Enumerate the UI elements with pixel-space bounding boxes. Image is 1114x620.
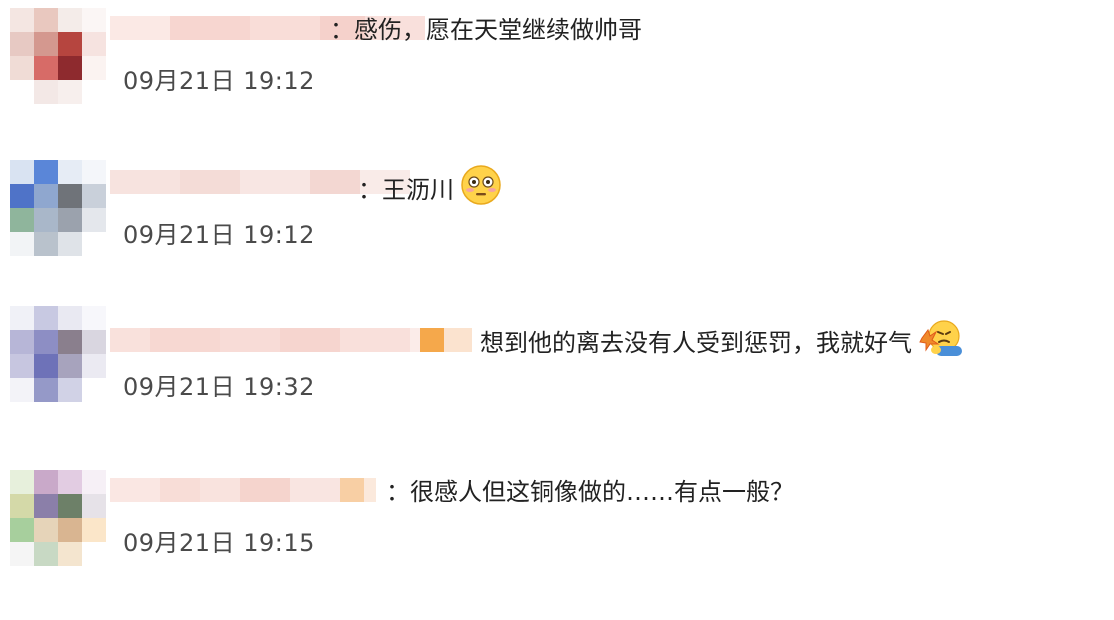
username-blurred[interactable] — [110, 470, 376, 510]
avatar[interactable] — [10, 306, 106, 402]
angry-face-emoji-icon — [918, 318, 964, 370]
flushed-face-emoji-icon — [460, 164, 502, 218]
comment-item: ：很感人但这铜像做的……有点一般？ 09月21日 19:15 — [0, 470, 1114, 620]
username-blurred[interactable] — [110, 320, 472, 360]
comment-text: ：感伤，愿在天堂继续做帅哥 — [330, 16, 642, 44]
comment-text-content: ：王沥川 — [358, 176, 454, 204]
avatar[interactable] — [10, 470, 106, 566]
avatar[interactable] — [10, 8, 106, 104]
comment-text: ：很感人但这铜像做的……有点一般？ — [386, 478, 794, 506]
comment-item: ：感伤，愿在天堂继续做帅哥 09月21日 19:12 — [0, 8, 1114, 158]
comment-item: 想到他的离去没有人受到惩罚，我就好气 09月21日 19:32 — [0, 306, 1114, 456]
comment-timestamp: 09月21日 19:15 — [123, 529, 315, 557]
comment-timestamp: 09月21日 19:12 — [123, 67, 315, 95]
comment-text-content: 想到他的离去没有人受到惩罚，我就好气 — [480, 329, 912, 357]
comment-item: ：王沥川 09月21日 19:12 — [0, 160, 1114, 310]
comment-timestamp: 09月21日 19:12 — [123, 221, 315, 249]
comment-text: ：王沥川 — [358, 164, 502, 218]
comment-text: 想到他的离去没有人受到惩罚，我就好气 — [480, 318, 964, 370]
comment-timestamp: 09月21日 19:32 — [123, 373, 315, 401]
avatar[interactable] — [10, 160, 106, 256]
